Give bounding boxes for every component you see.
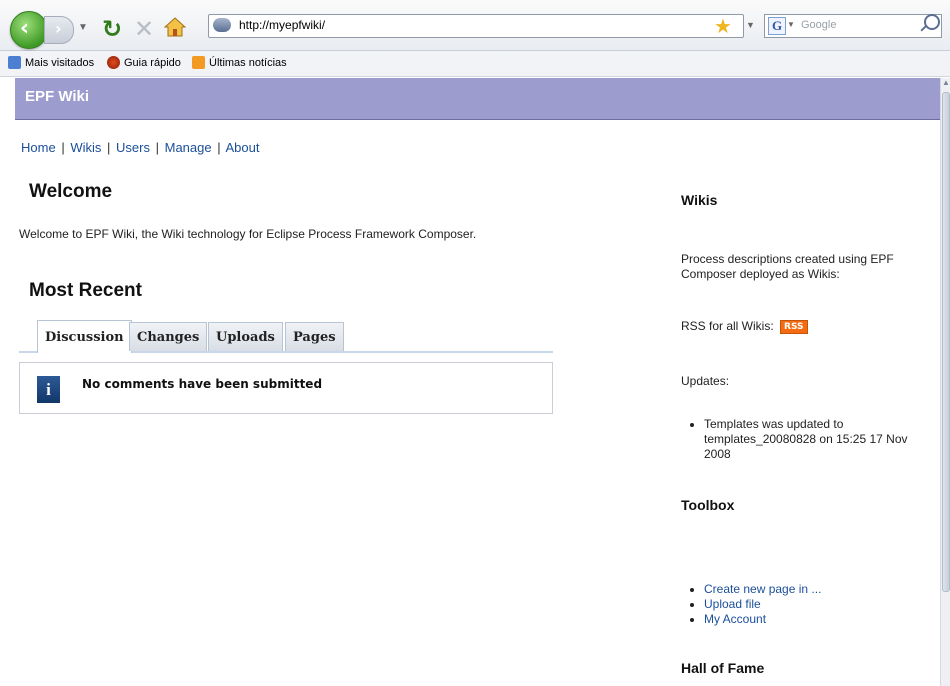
rss-feed-icon <box>192 56 205 69</box>
toolbox-heading: Toolbox <box>681 497 735 513</box>
search-engine-icon[interactable]: G <box>768 17 786 35</box>
forward-button[interactable]: › <box>44 16 74 44</box>
nav-about-link[interactable]: About <box>226 140 260 155</box>
list-item: Upload file <box>704 597 821 612</box>
recent-tabs: Discussion Changes Uploads Pages <box>19 320 553 353</box>
arrow-right-icon: › <box>55 19 62 38</box>
site-title[interactable]: EPF Wiki <box>25 88 89 105</box>
stop-icon[interactable]: ✕ <box>134 15 154 43</box>
tab-pages[interactable]: Pages <box>285 322 344 351</box>
scroll-up-arrow-icon[interactable]: ▲ <box>941 78 950 90</box>
wikis-heading: Wikis <box>681 192 718 208</box>
bookmark-quick-guide[interactable]: Guia rápido <box>107 56 181 69</box>
nav-separator: | <box>217 140 221 155</box>
url-dropdown-icon[interactable]: ▼ <box>746 20 755 30</box>
scroll-thumb[interactable] <box>942 92 950 592</box>
create-page-link[interactable]: Create new page in ... <box>704 582 821 596</box>
bookmark-label: Últimas notícias <box>209 56 287 69</box>
rss-line: RSS for all Wikis: RSS <box>681 319 808 334</box>
bookmark-latest-news[interactable]: Últimas notícias <box>192 56 287 69</box>
history-dropdown-icon[interactable]: ▼ <box>78 22 88 33</box>
nav-wikis-link[interactable]: Wikis <box>70 140 101 155</box>
site-identity-icon[interactable] <box>213 18 231 32</box>
info-icon: i <box>37 376 60 403</box>
hall-of-fame-heading: Hall of Fame <box>681 660 765 676</box>
globe-icon <box>8 56 21 69</box>
updates-label: Updates: <box>681 374 730 388</box>
url-text[interactable]: http://myepfwiki/ <box>239 18 325 32</box>
rss-label: RSS for all Wikis: <box>681 319 774 333</box>
wikis-description: Process descriptions created using EPF C… <box>681 252 894 281</box>
upload-file-link[interactable]: Upload file <box>704 597 761 611</box>
engine-dropdown-icon[interactable]: ▼ <box>787 20 795 29</box>
my-account-link[interactable]: My Account <box>704 612 766 626</box>
list-item: Templates was updated to templates_20080… <box>704 417 929 462</box>
empty-message: No comments have been submitted <box>82 377 323 391</box>
nav-separator: | <box>155 140 159 155</box>
top-navigation: Home | Wikis | Users | Manage | About <box>21 140 260 155</box>
arrow-left-icon: ‹ <box>20 16 30 41</box>
bookmarks-toolbar: Mais visitados Guia rápido Últimas notíc… <box>0 51 950 77</box>
search-placeholder[interactable]: Google <box>801 19 836 31</box>
bookmark-label: Guia rápido <box>124 56 181 69</box>
welcome-heading: Welcome <box>29 181 113 202</box>
nav-users-link[interactable]: Users <box>116 140 150 155</box>
list-item: Create new page in ... <box>704 582 821 597</box>
nav-manage-link[interactable]: Manage <box>165 140 212 155</box>
welcome-text: Welcome to EPF Wiki, the Wiki technology… <box>19 227 477 241</box>
bookmark-star-icon[interactable]: ★ <box>714 14 732 39</box>
url-bar[interactable]: http://myepfwiki/ <box>208 14 744 38</box>
nav-separator: | <box>61 140 65 155</box>
tab-changes[interactable]: Changes <box>129 322 208 351</box>
bookmark-most-visited[interactable]: Mais visitados <box>8 56 94 69</box>
site-header: EPF Wiki <box>15 78 940 120</box>
bookmark-label: Mais visitados <box>25 56 95 69</box>
tab-discussion[interactable]: Discussion <box>37 320 132 353</box>
reload-icon[interactable]: ↻ <box>102 15 122 43</box>
updates-list: Templates was updated to templates_20080… <box>686 417 929 462</box>
list-item: My Account <box>704 612 821 627</box>
tab-uploads[interactable]: Uploads <box>208 322 283 351</box>
discussion-panel: i No comments have been submitted <box>19 362 553 414</box>
vertical-scrollbar[interactable]: ▲ <box>940 78 950 686</box>
browser-toolbar: ‹ › ▼ ↻ ✕ http://myepfwiki/ ★ ▼ G ▼ Goog… <box>0 0 950 51</box>
toolbox-list: Create new page in ... Upload file My Ac… <box>686 582 821 627</box>
search-icon[interactable] <box>924 14 940 30</box>
nav-home-link[interactable]: Home <box>21 140 56 155</box>
most-recent-heading: Most Recent <box>29 280 142 301</box>
home-icon[interactable] <box>164 17 186 37</box>
nav-separator: | <box>107 140 111 155</box>
back-button[interactable]: ‹ <box>10 11 48 49</box>
search-box[interactable]: G ▼ Google <box>764 14 942 38</box>
firefox-icon <box>107 56 120 69</box>
rss-badge[interactable]: RSS <box>780 320 808 334</box>
